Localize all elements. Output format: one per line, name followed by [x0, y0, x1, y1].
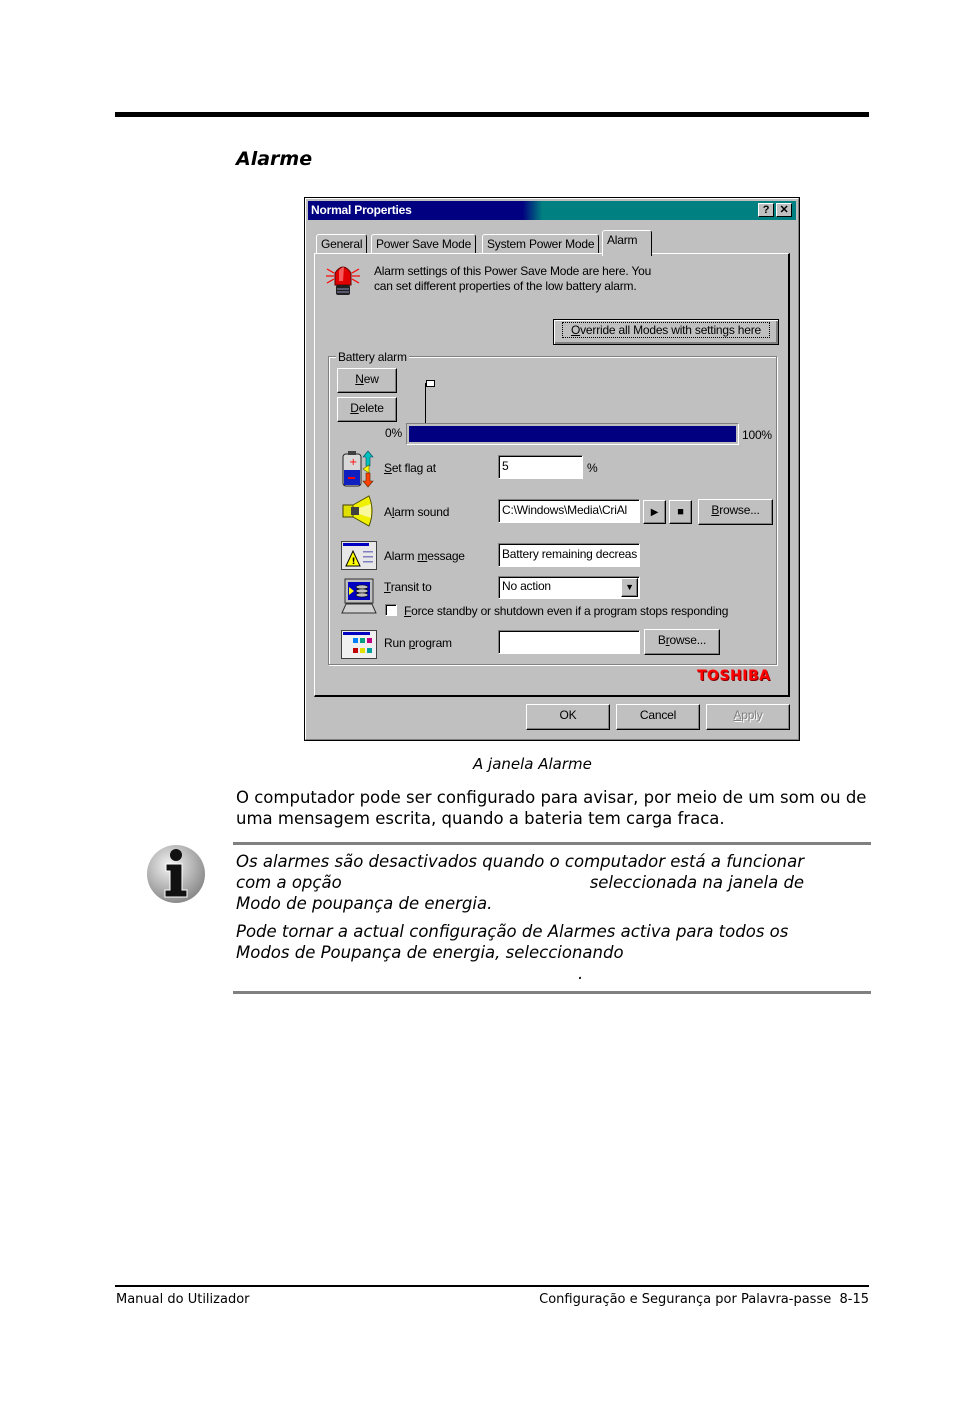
header-rule: [115, 112, 869, 117]
info-icon: [147, 845, 205, 903]
tab-power-save-mode[interactable]: Power Save Mode: [371, 234, 477, 254]
apply-button[interactable]: Apply: [706, 704, 790, 730]
force-standby-label[interactable]: Force standby or shutdown even if a prog…: [404, 604, 728, 618]
note-bottom-rule: [233, 991, 871, 994]
force-standby-checkbox[interactable]: [385, 604, 397, 616]
alarm-sound-label: Alarm sound: [384, 505, 450, 519]
delete-alarm-button[interactable]: Delete: [337, 397, 397, 422]
percent-unit-label: %: [587, 461, 598, 475]
set-flag-label: Set flag at: [384, 461, 436, 475]
battery-level-bar[interactable]: [406, 423, 739, 445]
new-alarm-button[interactable]: New: [337, 368, 397, 393]
alarm-message-icon: !: [341, 541, 377, 570]
set-flag-input[interactable]: 5: [498, 455, 583, 479]
scale-max-label: 100%: [742, 428, 772, 442]
play-icon: ▶: [650, 507, 659, 518]
browse-program-button[interactable]: Browse...: [644, 629, 720, 655]
footer-rule: [115, 1285, 869, 1287]
stop-icon: ■: [677, 506, 684, 518]
cancel-button[interactable]: Cancel: [616, 704, 700, 730]
laptop-standby-icon: [341, 578, 377, 614]
speaker-icon: [342, 495, 373, 527]
intro-text: Alarm settings of this Power Save Mode a…: [374, 264, 652, 293]
transit-to-label: Transit to: [384, 580, 432, 594]
alarm-message-input[interactable]: Battery remaining decreas: [498, 543, 640, 567]
alarm-flag-pole: [425, 383, 427, 423]
footer-manual-title: Manual do Utilizador: [116, 1292, 250, 1307]
run-program-input[interactable]: [498, 630, 640, 654]
alarm-sound-path-input[interactable]: C:\Windows\Media\CriAl: [498, 499, 640, 523]
dropdown-arrow-icon[interactable]: ▼: [621, 578, 638, 597]
alarm-flag-marker[interactable]: [426, 380, 436, 387]
battery-flag-icon: +: [342, 450, 374, 488]
body-paragraph: O computador pode ser configurado para a…: [236, 788, 867, 828]
override-all-modes-button[interactable]: Override all Modes with settings here: [553, 319, 779, 345]
scale-min-label: 0%: [385, 426, 402, 440]
tab-alarm[interactable]: Alarm: [602, 230, 652, 256]
browse-sound-button[interactable]: Browse...: [698, 499, 773, 525]
footer-chapter-page: Configuração e Segurança por Palavra-pas…: [539, 1292, 869, 1307]
title-bar[interactable]: Normal Properties ? ✕: [308, 201, 796, 220]
close-button[interactable]: ✕: [776, 203, 792, 217]
tab-system-power-mode[interactable]: System Power Mode: [482, 234, 600, 254]
note-text: Os alarmes são desactivados quando o com…: [236, 852, 805, 983]
svg-text:+: +: [349, 457, 357, 468]
note-top-rule: [233, 842, 871, 845]
run-program-label: Run program: [384, 636, 452, 650]
tab-general[interactable]: General: [316, 234, 368, 254]
svg-text:!: !: [352, 557, 356, 567]
properties-dialog: Normal Properties ? ✕ General Power Save…: [304, 197, 800, 741]
ok-button[interactable]: OK: [526, 704, 610, 730]
run-program-icon: [341, 630, 377, 659]
transit-to-select[interactable]: No action ▼: [498, 576, 640, 599]
battery-level-fill: [409, 426, 736, 442]
battery-alarm-label: Battery alarm: [336, 350, 409, 364]
dialog-title: Normal Properties: [311, 203, 412, 217]
stop-sound-button[interactable]: ■: [669, 500, 692, 524]
help-button[interactable]: ?: [758, 203, 774, 217]
toshiba-logo: TOSHIBA: [697, 668, 771, 684]
section-title: Alarme: [236, 148, 313, 170]
alarm-message-label: Alarm message: [384, 549, 465, 563]
play-sound-button[interactable]: ▶: [643, 500, 666, 524]
figure-caption: A janela Alarme: [473, 755, 592, 773]
alarm-siren-icon: [326, 266, 360, 295]
